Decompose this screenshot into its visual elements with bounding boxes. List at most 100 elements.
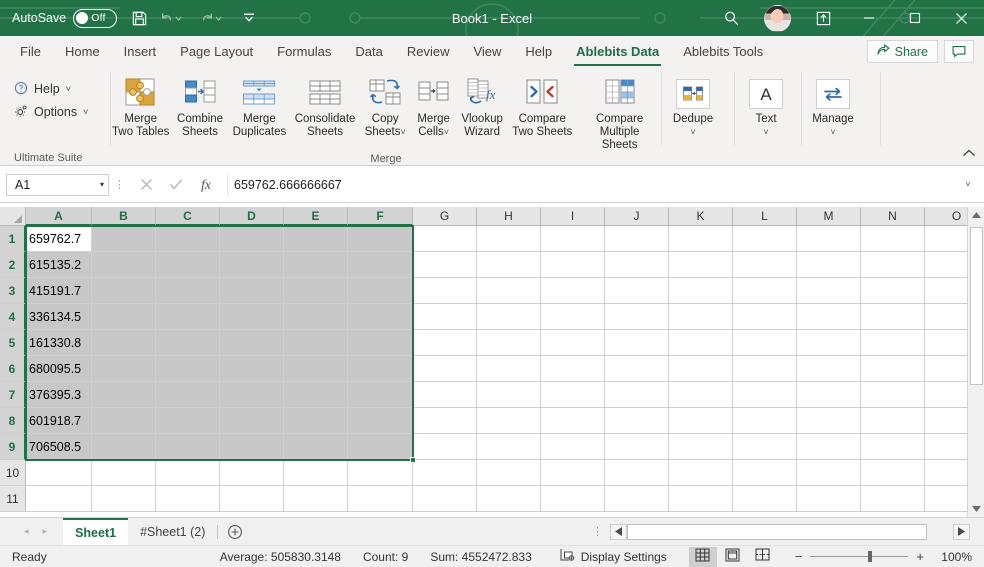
cell-M9[interactable] <box>797 434 861 460</box>
cell-I7[interactable] <box>541 382 605 408</box>
column-header-n[interactable]: N <box>861 207 925 226</box>
sheet-nav-prev-icon[interactable]: ◂ <box>24 526 29 537</box>
cell-J2[interactable] <box>605 252 669 278</box>
cell-B1[interactable] <box>92 226 156 252</box>
name-box[interactable]: A1 ▾ <box>6 173 109 196</box>
cell-C7[interactable] <box>156 382 220 408</box>
merge-duplicates-button[interactable]: Merge Duplicates <box>230 71 289 139</box>
cell-D3[interactable] <box>220 278 284 304</box>
cell-N6[interactable] <box>861 356 925 382</box>
cell-L9[interactable] <box>733 434 797 460</box>
cell-G3[interactable] <box>413 278 477 304</box>
maximize-button[interactable] <box>892 0 938 36</box>
merge-two-tables-button[interactable]: Merge Two Tables <box>111 71 170 139</box>
column-headers[interactable]: ABCDEFGHIJKLMNO <box>26 207 984 226</box>
row-header-7[interactable]: 7 <box>0 382 26 408</box>
zoom-slider-thumb[interactable] <box>868 551 873 562</box>
vertical-scrollbar[interactable] <box>967 207 984 517</box>
cell-B4[interactable] <box>92 304 156 330</box>
cell-J10[interactable] <box>605 460 669 486</box>
minimize-button[interactable] <box>846 0 892 36</box>
cell-A6[interactable]: 680095.5 <box>26 356 92 382</box>
cell-C11[interactable] <box>156 486 220 512</box>
cell-L10[interactable] <box>733 460 797 486</box>
cell-C6[interactable] <box>156 356 220 382</box>
cell-E1[interactable] <box>284 226 348 252</box>
hscroll-right-arrow[interactable] <box>953 523 970 540</box>
horizontal-scrollbar-thumb[interactable] <box>627 523 927 540</box>
cell-A3[interactable]: 415191.7 <box>26 278 92 304</box>
cell-G6[interactable] <box>413 356 477 382</box>
cell-B3[interactable] <box>92 278 156 304</box>
formula-input[interactable]: 659762.666666667 <box>227 173 958 196</box>
undo-icon[interactable] <box>155 4 193 32</box>
cell-M1[interactable] <box>797 226 861 252</box>
cell-K9[interactable] <box>669 434 733 460</box>
collapse-ribbon-icon[interactable] <box>962 149 976 161</box>
cell-F11[interactable] <box>348 486 413 512</box>
cell-I1[interactable] <box>541 226 605 252</box>
cell-I10[interactable] <box>541 460 605 486</box>
cell-N8[interactable] <box>861 408 925 434</box>
help-button[interactable]: Help ˅ <box>14 79 88 99</box>
cell-E4[interactable] <box>284 304 348 330</box>
cell-K3[interactable] <box>669 278 733 304</box>
add-sheet-icon[interactable] <box>218 524 252 540</box>
cell-K8[interactable] <box>669 408 733 434</box>
options-button[interactable]: Options ˅ <box>14 102 88 122</box>
chevron-down-icon[interactable]: ˅ <box>444 127 449 137</box>
row-header-11[interactable]: 11 <box>0 486 26 512</box>
tab-ablebits-tools[interactable]: Ablebits Tools <box>671 37 775 66</box>
cell-L2[interactable] <box>733 252 797 278</box>
cell-I5[interactable] <box>541 330 605 356</box>
cell-N2[interactable] <box>861 252 925 278</box>
cell-J3[interactable] <box>605 278 669 304</box>
cell-E9[interactable] <box>284 434 348 460</box>
column-header-b[interactable]: B <box>92 207 156 226</box>
cell-I8[interactable] <box>541 408 605 434</box>
cell-E8[interactable] <box>284 408 348 434</box>
row-headers[interactable]: 1 2 3 4 5 6 7 8 9 10 11 <box>0 226 26 512</box>
status-count[interactable]: Count: 9 <box>363 550 408 564</box>
insert-function-icon[interactable]: fx <box>191 173 221 197</box>
cell-F3[interactable] <box>348 278 413 304</box>
cell-M4[interactable] <box>797 304 861 330</box>
cell-C10[interactable] <box>156 460 220 486</box>
autosave-switch[interactable]: Off <box>73 8 118 28</box>
cell-E11[interactable] <box>284 486 348 512</box>
cell-D10[interactable] <box>220 460 284 486</box>
cell-F8[interactable] <box>348 408 413 434</box>
cell-H7[interactable] <box>477 382 541 408</box>
vlookup-wizard-button[interactable]: fx Vlookup Wizard <box>458 71 506 139</box>
redo-icon[interactable] <box>195 4 233 32</box>
cell-D4[interactable] <box>220 304 284 330</box>
cell-L6[interactable] <box>733 356 797 382</box>
cell-G7[interactable] <box>413 382 477 408</box>
cell-G8[interactable] <box>413 408 477 434</box>
sheet-tab-sheet1[interactable]: Sheet1 <box>63 518 129 545</box>
compare-multiple-sheets-button[interactable]: Compare Multiple Sheets <box>578 71 661 152</box>
cell-C1[interactable] <box>156 226 220 252</box>
comment-icon[interactable] <box>944 40 974 63</box>
cell-L11[interactable] <box>733 486 797 512</box>
cell-H4[interactable] <box>477 304 541 330</box>
cell-M7[interactable] <box>797 382 861 408</box>
quick-access-toolbar[interactable]: AutoSave Off <box>0 4 263 32</box>
formula-bar[interactable]: A1 ▾ ⋮ fx 659762.666666667 ˅ <box>0 167 984 203</box>
manage-button[interactable]: Manage ˅ <box>802 71 864 139</box>
cell-A9[interactable]: 706508.5 <box>26 434 92 460</box>
expand-formula-bar-icon[interactable]: ˅ <box>958 180 978 189</box>
normal-view-button[interactable] <box>688 546 717 567</box>
chevron-down-icon[interactable]: ˅ <box>400 127 405 137</box>
zoom-controls[interactable]: − + 100% <box>795 549 984 564</box>
cell-E2[interactable] <box>284 252 348 278</box>
cell-M11[interactable] <box>797 486 861 512</box>
cell-H1[interactable] <box>477 226 541 252</box>
zoom-slider[interactable] <box>810 551 909 562</box>
cell-I9[interactable] <box>541 434 605 460</box>
combine-sheets-button[interactable]: Combine Sheets <box>170 71 229 139</box>
sheet-bar-grip[interactable]: ⋮ <box>586 525 610 538</box>
cell-J9[interactable] <box>605 434 669 460</box>
cell-L1[interactable] <box>733 226 797 252</box>
chevron-down-icon[interactable]: ˅ <box>763 127 768 137</box>
